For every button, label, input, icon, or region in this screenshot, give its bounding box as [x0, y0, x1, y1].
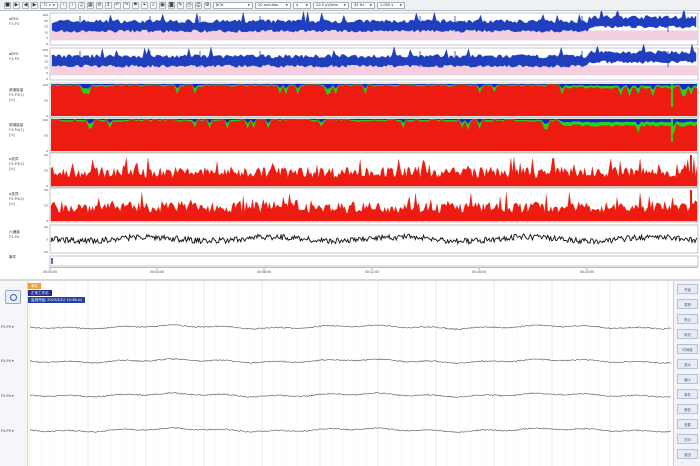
channel-label[interactable]: F3-P3 ▾: [1, 325, 14, 329]
row-label-event: 事件: [9, 255, 17, 259]
zoom-select[interactable]: 72 s ▼: [40, 1, 58, 9]
row-label-alpha-1: α变异 F3-P3(2) [%]: [9, 157, 25, 171]
search-icon[interactable]: ⌕: [149, 1, 157, 9]
event-tags: 事件 正常工作站 监测开始: 2023/4/12 10:36:41: [28, 283, 86, 304]
toolbar: ■ ▶ ◀ ▶ 72 s ▼ ‹ › ♫ ▦ ≡ ⇕ ↶ ↷ ⚑ ⌖ ⌕ ▣ ◙ …: [0, 0, 700, 11]
play-icon[interactable]: ▶: [13, 1, 20, 9]
note-icon[interactable]: ✎: [176, 1, 184, 9]
eeg-area: F3-P3 ▾ F4-P4 ▾ F3-P4 ▾ F4-P3 ▾ 事件 正常工作站…: [0, 281, 700, 466]
list-icon[interactable]: ≡: [95, 1, 103, 9]
side-button[interactable]: 标记: [677, 329, 698, 339]
side-button[interactable]: 开始: [677, 284, 698, 294]
monitor-start-tag[interactable]: 监测开始: 2023/4/12 10:36:41: [28, 297, 86, 303]
time-label: 00:04:00: [149, 270, 165, 274]
event-tag[interactable]: 事件: [28, 283, 41, 289]
aeeg-band-bg: [51, 65, 697, 76]
y-tick-label: 5: [46, 36, 48, 40]
y-tick-label: -50: [43, 250, 48, 254]
time-label: 00:16:00: [471, 270, 487, 274]
montage-select[interactable]: 8CH ▼: [212, 1, 253, 9]
row-label-alpha-2: α变异 F4-P4(2) [%]: [9, 192, 25, 206]
eeg-channel-panel: F3-P3 ▾ F4-P4 ▾ F3-P4 ▾ F4-P3 ▾: [0, 281, 28, 466]
scale-icon[interactable]: ⇕: [104, 1, 112, 9]
alpha-spike: [690, 190, 692, 221]
filter-select[interactable]: 35 Hz ▼: [350, 1, 375, 9]
side-button[interactable]: 退出: [677, 449, 698, 459]
y-tick-label: 50: [44, 225, 48, 229]
side-button[interactable]: 时间轴: [677, 344, 698, 354]
timeconst-select[interactable]: 1.000 s ▼: [376, 1, 405, 9]
trend-area: 100 50 25 10 5 0 100 50 25 10 5 0 100 50 0 100 50 0 50 25 0 5…: [0, 11, 700, 279]
pin-icon[interactable]: ⌖: [140, 1, 148, 9]
side-button[interactable]: 缩小: [677, 374, 698, 384]
skip-back-icon[interactable]: ◀: [22, 1, 29, 9]
channel-label[interactable]: F4-P4 ▾: [1, 359, 14, 363]
y-tick-label: 100: [42, 83, 48, 87]
camera-icon[interactable]: ◙: [167, 1, 175, 9]
workstation-tag[interactable]: 正常工作站: [28, 290, 52, 296]
panel-frame: [49, 255, 699, 267]
time-label: 00:12:00: [364, 270, 380, 274]
side-button[interactable]: 暂停: [677, 299, 698, 309]
eeg-waveform: [29, 427, 671, 433]
undo-icon[interactable]: ↶: [113, 1, 121, 9]
eeg-waveform: [29, 358, 672, 364]
time-label: 00:00:00: [42, 270, 58, 274]
side-button[interactable]: 停止: [677, 314, 698, 324]
music-icon[interactable]: ♫: [77, 1, 85, 9]
time-label: 00:08:00: [256, 270, 272, 274]
sensitivity-select[interactable]: 10.0 μV/mm ▼: [312, 1, 349, 9]
video-icon[interactable]: ▣: [158, 1, 166, 9]
side-button-panel: 开始 暂停 停止 标记 时间轴 放大 缩小 事件 报告 设置 打印 退出: [673, 281, 700, 466]
side-button[interactable]: 打印: [677, 434, 698, 444]
y-tick-label: 100: [42, 118, 48, 122]
eeg-waveform: [29, 392, 672, 398]
side-button[interactable]: 设置: [677, 419, 698, 429]
row-label-spec-2: 频谱能量 F4-P4(1) [%]: [9, 123, 25, 137]
y-tick-label: 5: [46, 71, 48, 75]
row-label-spec-1: 频谱能量 F3-P3(1) [%]: [9, 88, 25, 102]
row-label-aeeg-2: aEEG F4-P4: [9, 52, 20, 61]
side-button[interactable]: 放大: [677, 359, 698, 369]
channel-label[interactable]: F3-P4 ▾: [1, 394, 14, 398]
duration-select[interactable]: 20 minutes ▼: [254, 1, 291, 9]
y-tick-label: 10: [44, 30, 48, 34]
y-tick-label: 0: [46, 219, 48, 223]
side-button[interactable]: 报告: [677, 404, 698, 414]
eeg-waveform-canvas[interactable]: [28, 281, 673, 466]
aeeg-band-bg: [51, 30, 697, 41]
skip-forward-icon[interactable]: ▶: [31, 1, 38, 9]
settings-icon[interactable]: ⚙: [203, 1, 211, 9]
alpha-spike: [690, 155, 692, 186]
spectrum-red-area: [51, 84, 697, 116]
channel-label[interactable]: F4-P3 ▾: [1, 429, 14, 433]
time-label: 00:20:00: [579, 270, 595, 274]
grid-icon[interactable]: ▦: [86, 1, 94, 9]
y-tick-label: 0: [46, 42, 48, 46]
page-select[interactable]: 4 ▼: [292, 1, 311, 9]
row-label-six: 六通道 F3-P4: [9, 230, 20, 239]
time-axis: 00:00:00 00:04:00 00:08:00 00:12:00 00:1…: [43, 267, 698, 279]
side-button[interactable]: 事件: [677, 389, 698, 399]
y-tick-label: 10: [44, 65, 48, 69]
target-icon: [9, 293, 17, 301]
next-icon[interactable]: ›: [68, 1, 76, 9]
row-label-aeeg-1: aEEG F3-P3: [9, 17, 20, 26]
clock-icon[interactable]: ◷: [185, 1, 193, 9]
prev-icon[interactable]: ‹: [59, 1, 67, 9]
stop-icon[interactable]: ■: [4, 1, 11, 9]
y-tick-label: 0: [46, 77, 48, 81]
target-button[interactable]: [5, 290, 21, 304]
redo-icon[interactable]: ↷: [122, 1, 130, 9]
flag-icon[interactable]: ⚑: [131, 1, 139, 9]
eeg-waveform: [29, 324, 672, 331]
print-icon[interactable]: ⎙: [194, 1, 202, 9]
trend-canvas[interactable]: 1005025105010050251050100500100500502505…: [0, 11, 700, 279]
